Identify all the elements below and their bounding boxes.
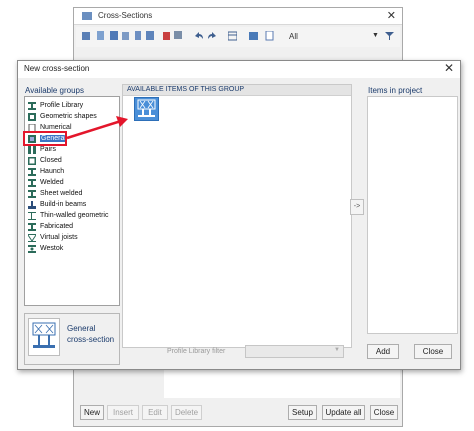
undo-icon[interactable] — [194, 31, 203, 41]
preview-image — [28, 318, 60, 356]
highlight-box — [23, 131, 67, 146]
group-label: Sheet welded — [40, 190, 83, 197]
profile-library-filter-label: Profile Library filter — [167, 348, 226, 355]
close-button[interactable]: Close — [370, 405, 398, 420]
edit-button[interactable]: Edit — [142, 405, 168, 420]
westok-icon — [28, 245, 36, 253]
save-icon[interactable] — [249, 31, 258, 41]
group-item-welded[interactable]: Welded — [27, 177, 64, 188]
welded-icon — [28, 179, 36, 187]
available-items-header: AVAILABLE ITEMS OF THIS GROUP — [123, 85, 351, 96]
preview-label: General cross-section — [67, 324, 115, 344]
update-all-button[interactable]: Update all — [322, 405, 365, 420]
items-in-project-list — [367, 96, 458, 334]
delete-button[interactable]: Delete — [171, 405, 202, 420]
dialog-titlebar: New cross-section ✕ — [18, 61, 460, 78]
group-label: Pairs — [40, 146, 56, 153]
export-icon[interactable] — [146, 31, 155, 41]
items-in-project-label: Items in project — [368, 86, 423, 95]
group-item-fabricated[interactable]: Fabricated — [27, 221, 73, 232]
window-app-icon — [82, 12, 92, 20]
group-item-thin-walled-geometric[interactable]: Thin-walled geometric — [27, 210, 108, 221]
insert-icon[interactable] — [96, 31, 105, 41]
transfer-button[interactable]: -> — [350, 199, 364, 215]
add-button[interactable]: Add — [367, 344, 399, 359]
group-item-profile-library[interactable]: Profile Library — [27, 100, 83, 111]
general-section-item[interactable] — [134, 97, 159, 121]
closed-section-icon — [28, 157, 36, 165]
setup-button[interactable]: Setup — [288, 405, 317, 420]
virtual-joist-icon — [28, 234, 36, 242]
close-icon[interactable]: ✕ — [387, 9, 396, 22]
pairs-icon — [28, 146, 36, 154]
filter-select[interactable]: All — [289, 32, 298, 41]
new-item-icon[interactable] — [82, 31, 91, 41]
section-preview: General cross-section — [24, 313, 120, 365]
profile-library-filter-select[interactable]: ▼ — [245, 345, 344, 358]
group-label: Virtual joists — [40, 234, 78, 241]
fabricated-icon — [28, 223, 36, 231]
general-section-icon — [137, 99, 156, 117]
sheet-welded-icon — [28, 190, 36, 198]
thin-walled-icon — [28, 212, 36, 220]
group-item-westok[interactable]: Westok — [27, 243, 63, 254]
duplicate-icon[interactable] — [174, 31, 183, 41]
table-icon[interactable] — [228, 31, 237, 41]
available-items-label: AVAILABLE ITEMS OF THIS GROUP — [127, 86, 245, 93]
copy-icon[interactable] — [122, 31, 131, 41]
dialog-close-button[interactable]: Close — [414, 344, 452, 359]
group-item-haunch[interactable]: Haunch — [27, 166, 64, 177]
filter-icon[interactable] — [385, 31, 394, 41]
annotation-arrow — [66, 116, 128, 140]
insert-button[interactable]: Insert — [107, 405, 139, 420]
group-label: Thin-walled geometric — [40, 212, 109, 219]
close-icon[interactable]: ✕ — [444, 61, 454, 75]
group-label: Welded — [40, 179, 64, 186]
chevron-down-icon[interactable]: ▼ — [372, 32, 379, 39]
group-item-build-in-beams[interactable]: Build-in beams — [27, 199, 86, 210]
cross-sections-button-bar: New Insert Edit Delete Setup Update all … — [74, 399, 402, 426]
group-label: Westok — [40, 245, 64, 252]
i-beam-icon — [28, 102, 36, 110]
new-cross-section-dialog: New cross-section ✕ Available groups Pro… — [17, 60, 461, 370]
group-item-sheet-welded[interactable]: Sheet welded — [27, 188, 82, 199]
cross-sections-title: Cross-Sections — [98, 11, 153, 20]
edit-icon[interactable] — [110, 31, 119, 41]
build-in-beam-icon — [28, 201, 36, 209]
group-label: Profile Library — [40, 102, 84, 109]
available-groups-label: Available groups — [25, 86, 85, 95]
redo-icon[interactable] — [208, 31, 217, 41]
group-label: Haunch — [40, 168, 65, 175]
available-items-panel: AVAILABLE ITEMS OF THIS GROUP — [122, 84, 352, 348]
geometric-shapes-icon — [28, 113, 36, 121]
group-item-virtual-joists[interactable]: Virtual joists — [27, 232, 78, 243]
cross-sections-titlebar: Cross-Sections ✕ — [74, 8, 402, 25]
new-button[interactable]: New — [80, 405, 104, 420]
delete-icon[interactable] — [162, 31, 171, 41]
group-label: Build-in beams — [40, 201, 87, 208]
haunch-icon — [28, 168, 36, 176]
cross-sections-toolbar: All ▼ — [76, 27, 400, 47]
group-label: Closed — [40, 157, 62, 164]
document-icon[interactable] — [265, 31, 274, 41]
group-item-closed[interactable]: Closed — [27, 155, 62, 166]
chevron-down-icon: ▼ — [334, 347, 340, 353]
properties-icon[interactable] — [134, 31, 143, 41]
group-label: Fabricated — [40, 223, 74, 230]
general-section-icon — [32, 322, 56, 348]
dialog-title: New cross-section — [24, 64, 90, 73]
